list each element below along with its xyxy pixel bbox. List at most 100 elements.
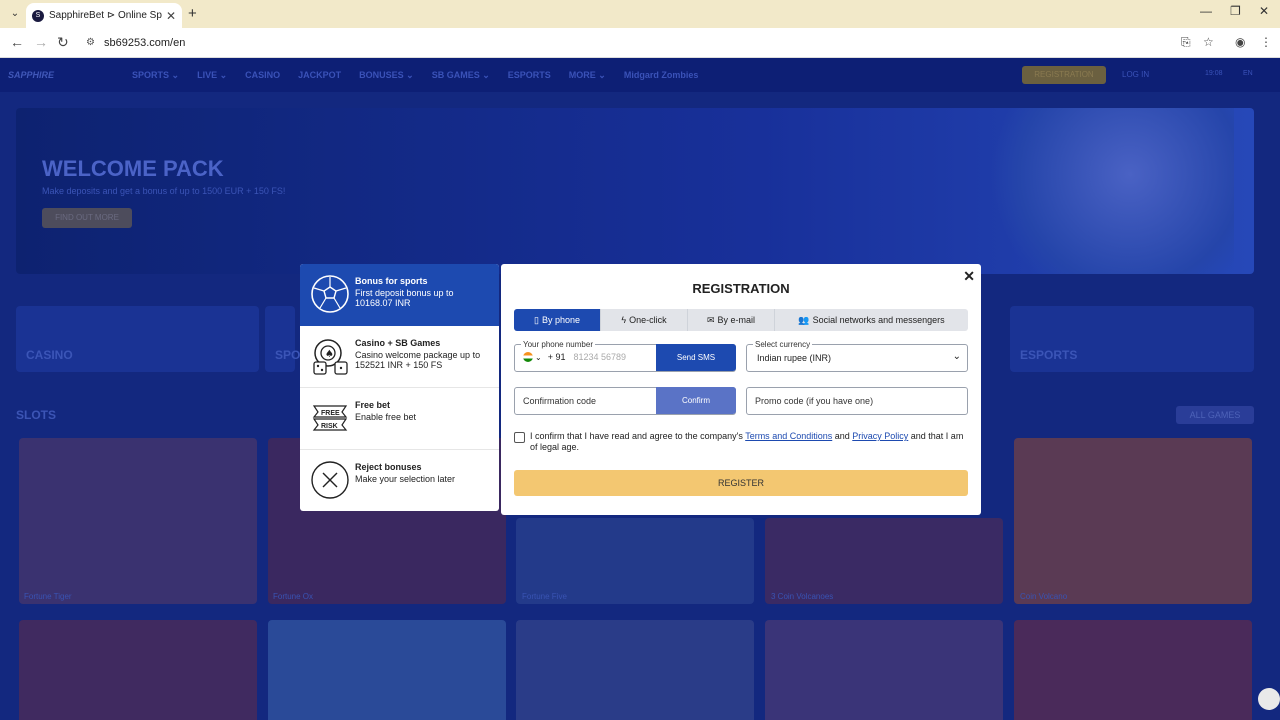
currency-select[interactable]: Select currency Indian rupee (INR) ⌄ xyxy=(746,340,968,372)
slots-heading: SLOTS xyxy=(16,408,57,422)
bookmark-star-icon[interactable]: ☆ xyxy=(1203,35,1214,49)
new-tab-icon[interactable]: + xyxy=(188,5,197,22)
promo-code-field[interactable]: Promo code (if you have one) xyxy=(746,387,968,415)
reload-icon[interactable]: ↻ xyxy=(57,34,69,51)
currency-label: Select currency xyxy=(753,340,813,349)
bonus-option-free-bet[interactable]: FREE RISK Free bet Enable free bet xyxy=(300,388,499,450)
svg-text:RISK: RISK xyxy=(321,423,338,430)
register-button[interactable]: REGISTER xyxy=(514,470,968,496)
envelope-icon: ✉ xyxy=(706,314,715,325)
currency-value: Indian rupee (INR) xyxy=(757,353,832,363)
nav-casino[interactable]: CASINO xyxy=(245,70,280,80)
game-name: Fortune Tiger xyxy=(24,592,72,601)
browser-tab[interactable]: S SapphireBet ⊳ Online Sports Be ✕ xyxy=(26,3,182,28)
bonus-description: Casino welcome package up to 152521 INR … xyxy=(355,350,481,370)
game-name: Fortune Five xyxy=(522,592,567,601)
game-tile[interactable] xyxy=(516,620,754,720)
privacy-policy-link[interactable]: Privacy Policy xyxy=(852,431,908,441)
tab-close-icon[interactable]: ✕ xyxy=(166,9,176,23)
hero-title: WELCOME PACK xyxy=(42,156,224,181)
category-sports[interactable]: SPO xyxy=(265,306,300,372)
bonus-option-sports[interactable]: Bonus for sports First deposit bonus up … xyxy=(300,264,499,326)
hero-illustration xyxy=(974,108,1234,274)
phone-input-placeholder[interactable]: 81234 56789 xyxy=(573,352,626,362)
category-casino[interactable]: CASINO xyxy=(16,306,259,372)
registration-modal: ✕ REGISTRATION ▯ By phone ϟ One-click ✉ By … xyxy=(501,264,981,515)
header-time: 19:08 xyxy=(1205,70,1223,77)
chat-support-icon[interactable] xyxy=(1258,688,1280,710)
address-bar-row: ← → ↻ ⚙ sb69253.com/en ⎘ ☆ ◉ ⋮ xyxy=(0,28,1280,58)
bonus-title: Free bet xyxy=(355,400,391,410)
forward-icon[interactable]: → xyxy=(34,34,48,50)
nav-midgard-zombies[interactable]: Midgard Zombies xyxy=(624,70,699,80)
phone-field-label: Your phone number xyxy=(521,340,595,349)
tab-social[interactable]: 👥 Social networks and messengers xyxy=(775,309,968,331)
bonus-title: Casino + SB Games xyxy=(355,338,441,348)
game-tile[interactable] xyxy=(19,620,257,720)
tab-search-icon[interactable]: ⌄ xyxy=(6,5,24,23)
browser-tabbar: ⌄ S SapphireBet ⊳ Online Sports Be ✕ + —… xyxy=(0,0,1280,28)
minimize-icon[interactable]: — xyxy=(1200,4,1212,18)
game-tile[interactable] xyxy=(1014,620,1252,720)
profile-icon[interactable]: ◉ xyxy=(1235,35,1245,49)
confirm-button[interactable]: Confirm xyxy=(656,387,736,414)
people-icon: 👥 xyxy=(798,314,810,325)
hero-find-out-more-button[interactable]: FIND OUT MORE xyxy=(42,208,132,228)
url-text: sb69253.com/en xyxy=(104,37,186,49)
game-name: 3 Coin Volcanoes xyxy=(771,592,834,601)
tab-label: One-click xyxy=(629,315,667,325)
registration-tabs: ▯ By phone ϟ One-click ✉ By e-mail 👥 Social … xyxy=(514,309,968,331)
window-close-icon[interactable]: ✕ xyxy=(1259,4,1269,18)
hero-banner[interactable]: WELCOME PACK Make deposits and get a bon… xyxy=(16,108,1254,274)
phone-country-code: + 91 xyxy=(547,352,566,362)
restore-icon[interactable]: ❐ xyxy=(1230,4,1241,18)
chevron-down-icon: ⌄ xyxy=(952,351,961,362)
site-info-icon[interactable]: ⚙ xyxy=(86,32,95,54)
bonus-title: Bonus for sports xyxy=(355,276,428,286)
header-language[interactable]: EN xyxy=(1243,70,1253,77)
game-tile[interactable] xyxy=(765,620,1003,720)
nav-sports[interactable]: SPORTS ⌄ xyxy=(132,70,179,81)
bonus-description: First deposit bonus up to 10168.07 INR xyxy=(355,288,454,308)
all-games-button[interactable]: ALL GAMES xyxy=(1176,406,1254,424)
terms-text: I confirm that I have read and agree to … xyxy=(530,431,970,453)
svg-text:FREE: FREE xyxy=(321,410,340,417)
nav-bonuses[interactable]: BONUSES ⌄ xyxy=(359,70,414,81)
nav-jackpot[interactable]: JACKPOT xyxy=(298,70,341,80)
game-name: Fortune Ox xyxy=(273,592,314,601)
browser-menu-icon[interactable]: ⋮ xyxy=(1260,35,1272,49)
bonus-option-casino[interactable]: ♠ Casino + SB Games Casino welcome packa… xyxy=(300,326,499,388)
terms-checkbox[interactable] xyxy=(514,432,525,443)
install-icon[interactable]: ⎘ xyxy=(1181,35,1191,50)
terms-and-conditions-link[interactable]: Terms and Conditions xyxy=(745,431,832,441)
bonus-option-reject[interactable]: Reject bonuses Make your selection later xyxy=(300,450,499,511)
hero-subtitle: Make deposits and get a bonus of up to 1… xyxy=(42,186,286,196)
url-field[interactable]: ⚙ sb69253.com/en xyxy=(80,32,1190,54)
tab-by-email[interactable]: ✉ By e-mail xyxy=(688,309,775,331)
site-logo: SAPPHIRE xyxy=(8,70,55,80)
header-login-link[interactable]: LOG IN xyxy=(1122,70,1149,79)
nav-esports[interactable]: ESPORTS xyxy=(508,70,551,80)
tab-by-phone[interactable]: ▯ By phone xyxy=(514,309,601,331)
free-bet-icon: FREE RISK xyxy=(310,398,350,438)
nav-more[interactable]: MORE ⌄ xyxy=(569,70,606,81)
nav-sb-games[interactable]: SB GAMES ⌄ xyxy=(432,70,490,81)
header-registration-button[interactable]: REGISTRATION xyxy=(1022,66,1106,84)
tab-one-click[interactable]: ϟ One-click xyxy=(601,309,688,331)
chevron-down-icon[interactable]: ⌄ xyxy=(535,353,542,362)
back-icon[interactable]: ← xyxy=(10,34,24,50)
bonus-description: Enable free bet xyxy=(355,412,417,422)
tab-label: By phone xyxy=(541,315,580,325)
bonus-title: Reject bonuses xyxy=(355,462,422,472)
reject-icon xyxy=(310,460,350,500)
tab-title: SapphireBet ⊳ Online Sports Be xyxy=(49,10,162,21)
india-flag-icon[interactable] xyxy=(523,352,533,362)
game-tile[interactable] xyxy=(268,620,506,720)
category-esports[interactable]: ESPORTS xyxy=(1010,306,1254,372)
send-sms-button[interactable]: Send SMS xyxy=(656,344,736,371)
confirmation-code-placeholder: Confirmation code xyxy=(523,396,597,406)
nav-live[interactable]: LIVE ⌄ xyxy=(197,70,227,81)
tab-label: By e-mail xyxy=(717,315,756,325)
game-tile[interactable] xyxy=(1014,438,1252,604)
game-tile[interactable] xyxy=(19,438,257,604)
